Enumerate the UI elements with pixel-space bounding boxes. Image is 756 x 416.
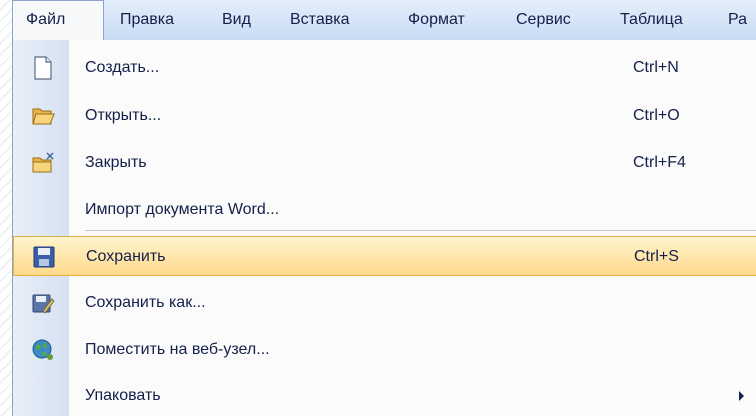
- save-as-icon: [31, 291, 55, 315]
- menu-item-publish-web[interactable]: Поместить на веб-узел...: [13, 330, 756, 370]
- menu-file-label: Файл: [26, 11, 66, 28]
- menu-view-label: Вид: [222, 11, 251, 28]
- menu-item-open-label: Открыть...: [85, 107, 162, 124]
- menu-item-package-label: Упаковать: [85, 387, 161, 404]
- menu-item-new-shortcut: Ctrl+N: [633, 59, 679, 76]
- menu-item-new[interactable]: Создать... Ctrl+N: [13, 48, 756, 88]
- web-globe-icon: [31, 338, 55, 362]
- menu-item-new-label: Создать...: [85, 59, 160, 76]
- menu-bar: Файл Правка Вид Вставка Формат Сервис Та…: [12, 0, 756, 41]
- menu-item-save-as-label: Сохранить как...: [85, 294, 206, 311]
- file-menu-dropdown: Создать... Ctrl+N Открыть... Ctrl+O Закр…: [12, 40, 756, 416]
- menu-item-package[interactable]: Упаковать: [13, 376, 756, 416]
- menu-edit[interactable]: Правка: [120, 0, 174, 40]
- menu-table[interactable]: Таблица: [620, 0, 683, 40]
- menu-item-open[interactable]: Открыть... Ctrl+O: [13, 96, 756, 136]
- save-icon: [32, 245, 56, 269]
- menu-item-close-label: Закрыть: [85, 154, 147, 171]
- menu-tools-label: Сервис: [516, 11, 571, 28]
- menu-insert[interactable]: Вставка: [290, 0, 349, 40]
- menu-edit-label: Правка: [120, 11, 175, 28]
- close-folder-icon: [31, 151, 55, 175]
- menu-item-save-label: Сохранить: [86, 248, 166, 265]
- menu-tools[interactable]: Сервис: [516, 0, 571, 40]
- menu-more[interactable]: Ра: [728, 0, 747, 40]
- menu-item-close[interactable]: Закрыть Ctrl+F4: [13, 143, 756, 183]
- menu-more-label: Ра: [728, 11, 748, 28]
- menu-item-open-shortcut: Ctrl+O: [633, 107, 680, 124]
- menu-item-save[interactable]: Сохранить Ctrl+S: [13, 236, 756, 276]
- menu-item-import-word[interactable]: Импорт документа Word...: [13, 190, 756, 230]
- new-document-icon: [31, 56, 55, 80]
- menu-format[interactable]: Формат: [408, 0, 465, 40]
- menu-file[interactable]: Файл: [12, 0, 104, 41]
- menu-item-save-shortcut: Ctrl+S: [634, 248, 679, 265]
- menu-format-label: Формат: [408, 11, 465, 28]
- menu-item-close-shortcut: Ctrl+F4: [633, 154, 686, 171]
- menu-table-label: Таблица: [620, 11, 683, 28]
- submenu-arrow-icon: [739, 391, 744, 401]
- menu-separator: [85, 230, 756, 231]
- menu-view[interactable]: Вид: [222, 0, 251, 40]
- open-folder-icon: [31, 104, 55, 128]
- menu-insert-label: Вставка: [290, 11, 350, 28]
- menu-item-import-word-label: Импорт документа Word...: [85, 201, 280, 218]
- menu-item-save-as[interactable]: Сохранить как...: [13, 283, 756, 323]
- menu-item-publish-web-label: Поместить на веб-узел...: [85, 341, 270, 358]
